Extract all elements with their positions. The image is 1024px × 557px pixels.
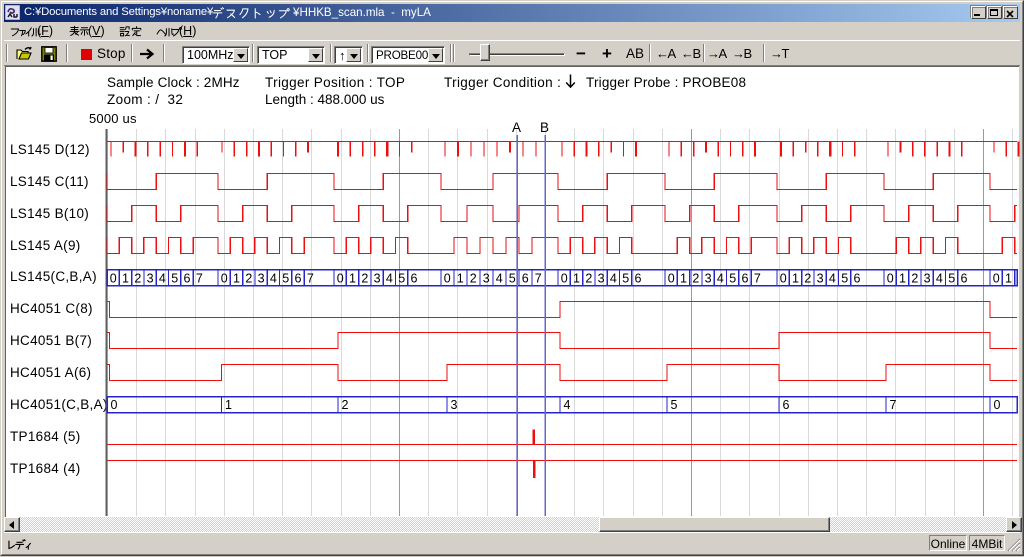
svg-text:2: 2 [911, 271, 918, 285]
svg-text:5: 5 [841, 271, 848, 285]
svg-text:5: 5 [282, 271, 289, 285]
svg-text:6: 6 [961, 271, 968, 285]
svg-text:7: 7 [535, 271, 542, 285]
svg-text:2: 2 [470, 271, 477, 285]
svg-text:3: 3 [258, 271, 265, 285]
svg-text:4: 4 [386, 271, 393, 285]
svg-text:5: 5 [398, 271, 405, 285]
svg-text:6: 6 [635, 271, 642, 285]
svg-text:4: 4 [159, 271, 166, 285]
svg-text:2: 2 [804, 271, 811, 285]
svg-text:0: 0 [994, 398, 1001, 412]
svg-text:6: 6 [742, 271, 749, 285]
svg-text:1: 1 [792, 271, 799, 285]
svg-text:2: 2 [245, 271, 252, 285]
svg-text:4: 4 [936, 271, 943, 285]
svg-text:1: 1 [225, 398, 232, 412]
svg-text:4: 4 [270, 271, 277, 285]
svg-text:3: 3 [483, 271, 490, 285]
svg-text:1: 1 [899, 271, 906, 285]
svg-text:6: 6 [184, 271, 191, 285]
svg-text:0: 0 [111, 398, 118, 412]
svg-text:0: 0 [110, 271, 117, 285]
svg-text:0: 0 [668, 271, 675, 285]
svg-text:B: B [540, 120, 549, 135]
svg-text:5: 5 [671, 398, 678, 412]
svg-text:6: 6 [522, 271, 529, 285]
svg-text:5: 5 [948, 271, 955, 285]
svg-text:0: 0 [780, 271, 787, 285]
svg-text:0: 0 [887, 271, 894, 285]
svg-text:2: 2 [692, 271, 699, 285]
svg-text:6: 6 [411, 271, 418, 285]
svg-text:3: 3 [147, 271, 154, 285]
svg-text:1: 1 [233, 271, 240, 285]
svg-text:1: 1 [1005, 271, 1012, 285]
svg-text:0: 0 [221, 271, 228, 285]
svg-text:6: 6 [783, 398, 790, 412]
svg-text:4: 4 [610, 271, 617, 285]
svg-text:1: 1 [457, 271, 464, 285]
svg-text:3: 3 [817, 271, 824, 285]
svg-text:3: 3 [598, 271, 605, 285]
svg-text:5: 5 [509, 271, 516, 285]
svg-text:5: 5 [171, 271, 178, 285]
svg-text:1: 1 [349, 271, 356, 285]
svg-text:2: 2 [585, 271, 592, 285]
svg-text:4: 4 [717, 271, 724, 285]
svg-text:4: 4 [564, 398, 571, 412]
svg-text:0: 0 [444, 271, 451, 285]
svg-text:7: 7 [754, 271, 761, 285]
svg-text:3: 3 [924, 271, 931, 285]
svg-text:7: 7 [890, 398, 897, 412]
svg-text:A: A [512, 120, 521, 135]
svg-text:6: 6 [854, 271, 861, 285]
svg-text:3: 3 [374, 271, 381, 285]
svg-text:0: 0 [561, 271, 568, 285]
svg-text:1: 1 [573, 271, 580, 285]
svg-text:5: 5 [729, 271, 736, 285]
svg-text:2: 2 [361, 271, 368, 285]
svg-text:0: 0 [993, 271, 1000, 285]
svg-text:7: 7 [307, 271, 314, 285]
svg-text:4: 4 [829, 271, 836, 285]
svg-text:3: 3 [705, 271, 712, 285]
svg-text:5: 5 [622, 271, 629, 285]
svg-text:1: 1 [122, 271, 129, 285]
svg-text:1: 1 [680, 271, 687, 285]
svg-text:0: 0 [337, 271, 344, 285]
svg-text:6: 6 [295, 271, 302, 285]
svg-text:3: 3 [451, 398, 458, 412]
svg-text:7: 7 [196, 271, 203, 285]
svg-text:2: 2 [342, 398, 349, 412]
svg-text:4: 4 [496, 271, 503, 285]
svg-text:2: 2 [134, 271, 141, 285]
